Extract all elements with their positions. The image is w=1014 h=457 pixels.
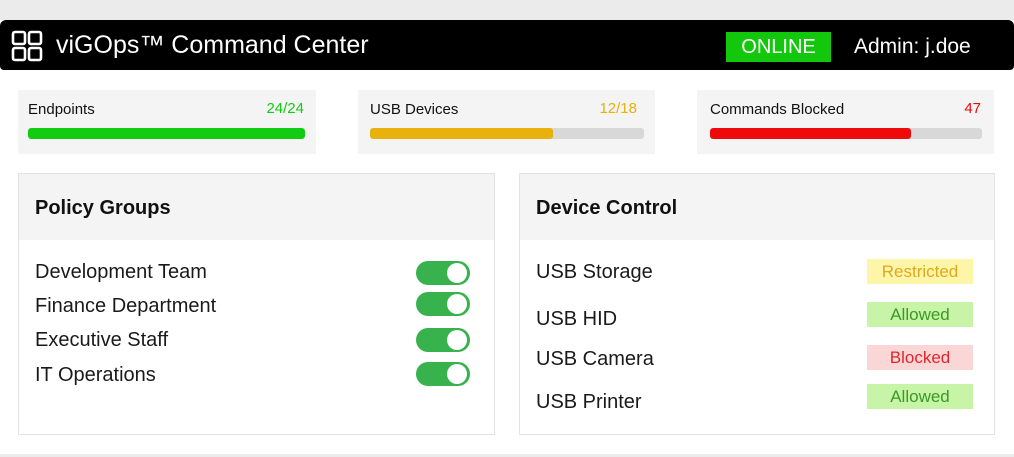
panel-title: Policy Groups [35, 197, 171, 219]
toggle-knob [447, 364, 467, 384]
stat-value: 24/24 [266, 100, 304, 117]
device-control-panel: Device Control USB Storage Restricted US… [519, 173, 995, 435]
device-status-badge[interactable]: Blocked [867, 345, 973, 370]
panel-header: Policy Groups [19, 174, 494, 240]
policy-groups-panel: Policy Groups Development Team Finance D… [18, 173, 495, 435]
device-label: USB HID [536, 308, 618, 330]
policy-group-label: IT Operations [35, 364, 156, 386]
stat-value: 47 [964, 100, 981, 117]
progress-fill [710, 128, 912, 139]
device-label: USB Printer [536, 391, 642, 413]
progress-fill [28, 128, 305, 139]
device-status-badge[interactable]: Restricted [867, 259, 973, 284]
grid-icon [11, 30, 43, 62]
toggle-finance-department[interactable] [416, 292, 470, 316]
panel-title: Device Control [536, 197, 678, 219]
device-label: USB Storage [536, 261, 653, 283]
toggle-knob [447, 263, 467, 283]
app-title: viGOps™ Command Center [56, 31, 369, 59]
policy-group-label: Finance Department [35, 295, 217, 317]
toggle-knob [447, 330, 467, 350]
stat-label: Commands Blocked [710, 101, 845, 118]
progress-track [28, 128, 305, 139]
progress-track [710, 128, 982, 139]
progress-fill [370, 128, 553, 139]
policy-group-label: Development Team [35, 261, 207, 283]
stat-label: USB Devices [370, 101, 459, 118]
toggle-executive-staff[interactable] [416, 328, 470, 352]
toggle-development-team[interactable] [416, 261, 470, 285]
usb-devices-card: USB Devices 12/18 [358, 90, 655, 154]
admin-user-label[interactable]: Admin: j.doe [854, 33, 971, 61]
toggle-knob [447, 294, 467, 314]
endpoints-card: Endpoints 24/24 [18, 90, 316, 154]
toggle-it-operations[interactable] [416, 362, 470, 386]
device-label: USB Camera [536, 348, 654, 370]
progress-track [370, 128, 644, 139]
online-status-badge: ONLINE [726, 32, 831, 62]
policy-group-label: Executive Staff [35, 329, 169, 351]
stat-label: Endpoints [28, 101, 95, 118]
panel-header: Device Control [520, 174, 994, 240]
stat-value: 12/18 [599, 100, 637, 117]
device-status-badge[interactable]: Allowed [867, 384, 973, 409]
device-status-badge[interactable]: Allowed [867, 302, 973, 327]
commands-blocked-card: Commands Blocked 47 [697, 90, 994, 154]
